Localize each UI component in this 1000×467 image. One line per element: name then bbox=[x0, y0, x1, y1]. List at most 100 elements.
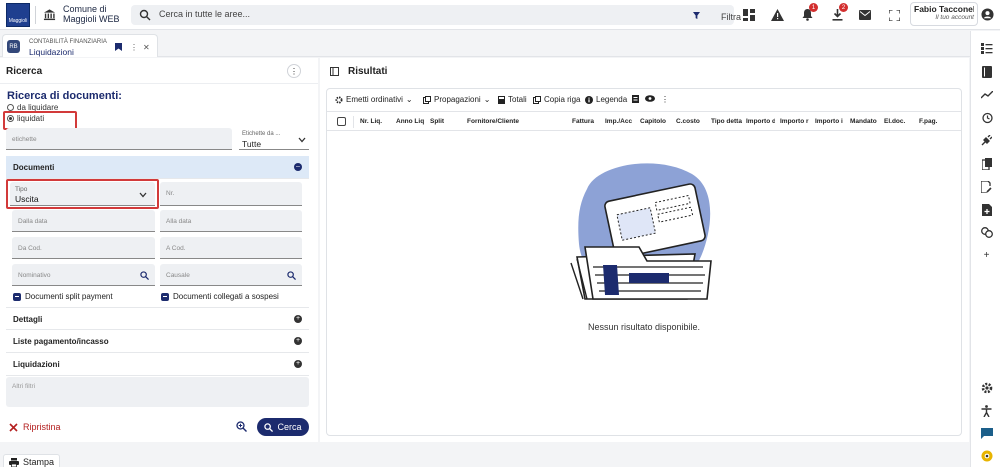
empty-message: Nessun risultato disponibile. bbox=[587, 322, 701, 332]
column-header[interactable]: Imp./Acc bbox=[605, 118, 635, 125]
accessibility-icon[interactable] bbox=[980, 404, 993, 417]
expand-icon[interactable]: + bbox=[294, 360, 302, 368]
document-edit-icon[interactable] bbox=[980, 180, 993, 193]
copy-icon[interactable] bbox=[980, 157, 993, 170]
expand-icon[interactable]: + bbox=[294, 315, 302, 323]
nominativo-input[interactable]: Nominativo bbox=[12, 264, 155, 286]
print-button[interactable]: Stampa bbox=[3, 454, 60, 467]
municipality-icon[interactable] bbox=[43, 8, 56, 21]
a-cod-input[interactable]: A Cod. bbox=[160, 237, 302, 259]
history-icon[interactable] bbox=[980, 111, 993, 124]
close-tab-icon[interactable]: ✕ bbox=[143, 43, 150, 52]
toolbar-label: Propagazioni bbox=[434, 95, 481, 104]
plug-icon[interactable] bbox=[980, 134, 993, 147]
panel-menu-icon[interactable]: ⋮ bbox=[287, 64, 301, 78]
column-header[interactable]: F.pag. bbox=[919, 118, 947, 125]
etichette-input[interactable]: etichette bbox=[6, 128, 232, 150]
dalla-data-input[interactable]: Dalla data bbox=[12, 210, 155, 232]
mail-icon[interactable] bbox=[856, 6, 874, 24]
export-icon[interactable] bbox=[632, 95, 639, 103]
chat-icon[interactable] bbox=[980, 427, 993, 440]
checkbox-indeterminate-icon[interactable] bbox=[13, 292, 21, 301]
causale-input[interactable]: Causale bbox=[160, 264, 302, 286]
column-header[interactable]: Anno Liq bbox=[396, 118, 424, 125]
search-icon[interactable] bbox=[287, 271, 296, 280]
section-liquidazioni[interactable]: Liquidazioni + bbox=[6, 353, 309, 376]
propagazioni-menu[interactable]: Propagazioni ⌄ bbox=[423, 95, 490, 104]
book-icon[interactable] bbox=[980, 65, 993, 78]
maggioli-logo[interactable]: Maggioli bbox=[6, 3, 30, 27]
warning-icon[interactable] bbox=[768, 6, 786, 24]
section-label: Documenti bbox=[13, 163, 55, 172]
reset-button[interactable]: Ripristina bbox=[9, 419, 61, 435]
help-icon[interactable] bbox=[980, 449, 993, 462]
column-header[interactable]: Split bbox=[430, 118, 454, 125]
emetti-ordinativi-menu[interactable]: Emetti ordinativi ⌄ bbox=[335, 95, 413, 104]
column-header[interactable]: Fornitore/Cliente bbox=[467, 118, 563, 125]
section-dettagli[interactable]: Dettagli + bbox=[6, 307, 309, 330]
column-separator bbox=[353, 116, 354, 128]
document-add-icon[interactable] bbox=[980, 203, 993, 216]
totali-button[interactable]: Totali bbox=[498, 95, 527, 104]
alla-data-input[interactable]: Alla data bbox=[160, 210, 302, 232]
download-icon[interactable]: 2 bbox=[828, 3, 848, 24]
section-liste-pagamento[interactable]: Liste pagamento/incasso + bbox=[6, 330, 309, 353]
filter-button[interactable]: Filtra bbox=[693, 8, 741, 22]
copia-riga-button[interactable]: Copia riga bbox=[533, 95, 580, 104]
dashboard-icon[interactable] bbox=[740, 6, 758, 24]
da-cod-input[interactable]: Da Cod. bbox=[12, 237, 155, 259]
column-header[interactable]: El.doc. bbox=[884, 118, 912, 125]
eye-icon[interactable] bbox=[645, 95, 655, 102]
column-header[interactable]: C.costo bbox=[676, 118, 706, 125]
copy-icon bbox=[423, 95, 431, 104]
checkbox-indeterminate-icon[interactable] bbox=[161, 292, 169, 301]
causale-placeholder: Causale bbox=[166, 272, 190, 279]
coins-icon[interactable] bbox=[980, 226, 993, 239]
notifications-icon[interactable]: 1 bbox=[798, 3, 818, 24]
search-button[interactable]: Cerca bbox=[257, 418, 309, 436]
column-header[interactable]: Fattura bbox=[572, 118, 598, 125]
column-header[interactable]: Capitolo bbox=[640, 118, 670, 125]
global-search[interactable]: Cerca in tutte le aree... Filtra bbox=[131, 5, 741, 25]
bookmark-icon[interactable] bbox=[115, 43, 122, 53]
checklist-icon[interactable] bbox=[980, 42, 993, 55]
altri-filtri-input[interactable]: Altri filtri bbox=[6, 377, 309, 407]
column-header[interactable]: Importo r bbox=[780, 118, 810, 125]
municipality-line2: Maggioli WEB bbox=[63, 14, 120, 24]
column-header[interactable]: Mandato bbox=[850, 118, 880, 125]
legenda-button[interactable]: Legenda bbox=[585, 95, 627, 104]
split-payment-checkbox[interactable]: Documenti split payment bbox=[13, 292, 113, 301]
tab-title: Liquidazioni bbox=[29, 47, 74, 57]
column-header[interactable]: Importo d bbox=[746, 118, 775, 125]
fullscreen-icon[interactable] bbox=[885, 6, 903, 24]
section-documenti[interactable]: Documenti – bbox=[6, 156, 309, 179]
toolbar-more-icon[interactable]: ⋮ bbox=[661, 95, 669, 104]
reset-label: Ripristina bbox=[23, 422, 61, 432]
etichette-placeholder: etichette bbox=[12, 136, 37, 143]
sospesi-checkbox[interactable]: Documenti collegati a sospesi bbox=[161, 292, 279, 301]
municipality-name[interactable]: Comune di Maggioli WEB bbox=[63, 4, 120, 24]
right-toolbar: + bbox=[970, 31, 1000, 467]
column-header[interactable]: Importo i bbox=[815, 118, 845, 125]
panel-toggle-icon[interactable] bbox=[330, 67, 339, 76]
search-panel: Ricerca ⋮ Ricerca di documenti: da liqui… bbox=[0, 58, 318, 442]
search-icon bbox=[264, 422, 274, 432]
gear-icon[interactable] bbox=[980, 381, 993, 394]
nr-placeholder: Nr. bbox=[166, 190, 175, 197]
tab-menu-icon[interactable]: ⋮ bbox=[130, 43, 138, 52]
column-header[interactable]: Nr. Liq. bbox=[360, 118, 390, 125]
search-icon[interactable] bbox=[140, 271, 149, 280]
column-header[interactable]: Tipo detta bbox=[711, 118, 743, 125]
expand-icon[interactable]: + bbox=[294, 337, 302, 345]
add-icon[interactable]: + bbox=[980, 249, 993, 262]
nr-input[interactable]: Nr. bbox=[160, 182, 302, 206]
select-all-checkbox[interactable] bbox=[337, 117, 346, 126]
user-account-button[interactable]: Fabio Tacconelli Il tuo account bbox=[910, 2, 978, 26]
trend-icon[interactable] bbox=[980, 88, 993, 101]
radio-circle[interactable] bbox=[7, 104, 14, 111]
tab-liquidazioni[interactable]: RB CONTABILITÀ FINANZIARIA Liquidazioni … bbox=[2, 34, 158, 57]
account-circle-icon[interactable] bbox=[981, 8, 994, 21]
etichette-select[interactable]: Etichette da ... Tutte bbox=[239, 128, 309, 150]
collapse-icon[interactable]: – bbox=[294, 163, 302, 171]
zoom-in-icon[interactable] bbox=[236, 421, 247, 432]
